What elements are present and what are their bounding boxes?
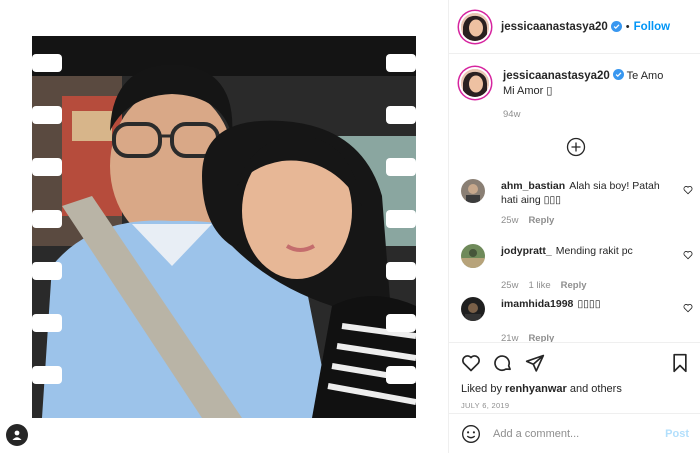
post-photo[interactable] <box>32 36 416 418</box>
comment-like-count[interactable]: 1 like <box>528 280 550 291</box>
comment-item: jodypratt_ Mending rakit pc 25w 1 like Repl… <box>461 244 693 291</box>
comment-item: imamhida1998 ▯▯▯▯ 21w Reply <box>461 297 693 344</box>
post-actions: Liked by renhyanwar and others JULY 6, 2… <box>449 342 700 410</box>
comments-section: jessicaanastasya20 Te Amo Mi Amor ▯ 94w … <box>449 55 700 345</box>
liked-by-prefix: Liked by <box>461 383 502 395</box>
film-perforation <box>386 158 416 176</box>
follow-button[interactable]: Follow <box>634 21 670 33</box>
commenter-avatar[interactable] <box>461 179 485 203</box>
post-comment-button[interactable]: Post <box>665 428 689 440</box>
film-perforation <box>32 158 62 176</box>
caption-author-avatar[interactable] <box>461 69 489 97</box>
comment-input[interactable]: Add a comment... <box>493 428 665 440</box>
comment-like-heart-icon[interactable] <box>683 303 693 313</box>
verified-badge-icon <box>610 21 622 32</box>
film-perforation <box>386 106 416 124</box>
comment-item: ahm_bastian Alah sia boy! Patah hati aing… <box>461 179 693 226</box>
comment-icon[interactable] <box>493 353 513 373</box>
commenter-avatar[interactable] <box>461 297 485 321</box>
reply-button[interactable]: Reply <box>561 280 587 291</box>
verified-badge-icon <box>612 69 624 80</box>
caption-timestamp[interactable]: 94w <box>503 109 700 120</box>
author-username[interactable]: jessicaanastasya20 <box>501 21 608 33</box>
film-perforation <box>386 262 416 280</box>
post-date[interactable]: JULY 6, 2019 <box>461 401 689 410</box>
comment-timestamp[interactable]: 25w <box>501 280 518 291</box>
comment-composer: Add a comment... Post <box>449 413 700 453</box>
post-sidebar: jessicaanastasya20 • Follow jessicaanast… <box>448 0 700 453</box>
profile-badge-icon[interactable] <box>6 424 28 446</box>
separator-dot: • <box>625 20 630 33</box>
liked-by-user[interactable]: renhyanwar <box>505 383 567 395</box>
share-icon[interactable] <box>525 353 545 373</box>
author-avatar[interactable] <box>461 12 489 41</box>
film-perforation <box>386 366 416 384</box>
comment-like-heart-icon[interactable] <box>683 250 693 260</box>
post-photo-illustration <box>32 36 416 418</box>
emoji-icon[interactable] <box>461 424 481 444</box>
comment-timestamp[interactable]: 25w <box>501 215 518 226</box>
reply-button[interactable]: Reply <box>528 215 554 226</box>
heart-icon[interactable] <box>461 353 481 373</box>
comment-like-heart-icon[interactable] <box>683 185 693 195</box>
liked-by-suffix[interactable]: and others <box>570 383 622 395</box>
caption-username[interactable]: jessicaanastasya20 <box>503 70 610 82</box>
comment-text: ▯▯▯▯ <box>577 298 601 310</box>
bookmark-icon[interactable] <box>671 353 689 373</box>
film-perforation <box>386 314 416 332</box>
film-perforation <box>32 210 62 228</box>
commenter-username[interactable]: ahm_bastian <box>501 180 565 192</box>
post-header: jessicaanastasya20 • Follow <box>449 0 700 54</box>
film-perforation <box>32 54 62 72</box>
commenter-username[interactable]: imamhida1998 <box>501 298 573 310</box>
commenter-avatar[interactable] <box>461 244 485 268</box>
film-perforation <box>32 106 62 124</box>
film-perforation <box>386 210 416 228</box>
more-comments-plus-icon[interactable] <box>566 137 586 157</box>
film-perforation <box>32 314 62 332</box>
comment-text: Mending rakit pc <box>555 245 633 257</box>
film-perforation <box>386 54 416 72</box>
film-perforation <box>32 262 62 280</box>
commenter-username[interactable]: jodypratt_ <box>501 245 552 257</box>
liked-by-text: Liked by renhyanwar and others <box>461 383 689 395</box>
film-perforation <box>32 366 62 384</box>
post-media-pane <box>0 0 448 453</box>
post-caption: jessicaanastasya20 Te Amo Mi Amor ▯ <box>449 55 700 99</box>
